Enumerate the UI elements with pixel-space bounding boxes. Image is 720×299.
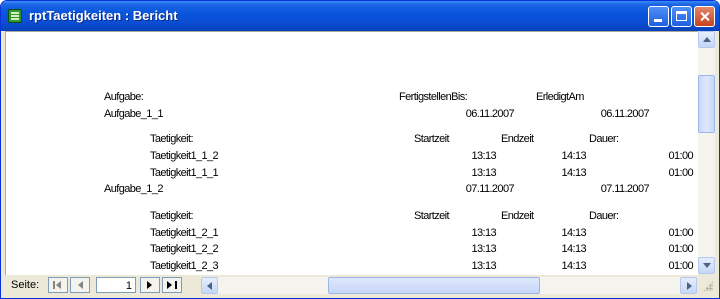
vertical-scrollbar[interactable] (698, 31, 715, 274)
row-endzeit: 14:13 (561, 167, 586, 179)
col-header-taetigkeit: Taetigkeit: (150, 133, 194, 145)
col-header-dauer: Dauer: (589, 210, 619, 222)
minimize-icon (654, 19, 662, 22)
row-endzeit: 14:13 (561, 227, 586, 239)
record-navigation-bar: Seite: (5, 275, 715, 295)
arrow-down-icon (703, 263, 711, 268)
row-endzeit: 14:13 (561, 150, 586, 162)
page-label: Seite: (11, 279, 40, 291)
row-dauer: 01:00 (668, 260, 693, 272)
previous-page-button[interactable] (70, 277, 90, 293)
scroll-right-button[interactable] (680, 277, 697, 294)
row-dauer: 01:00 (668, 167, 693, 179)
row-taetigkeit: Taetigkeit1_1_2 (150, 150, 219, 162)
row-endzeit: 14:13 (561, 243, 586, 255)
row-endzeit: 14:13 (561, 260, 586, 272)
col-header-dauer: Dauer: (589, 133, 619, 145)
horizontal-scrollbar[interactable] (201, 277, 697, 294)
row-dauer: 01:00 (668, 243, 693, 255)
vertical-scroll-thumb[interactable] (698, 75, 715, 133)
row-dauer: 01:00 (668, 227, 693, 239)
minimize-button[interactable] (648, 6, 669, 27)
arrow-left-icon (207, 282, 212, 290)
row-startzeit: 13:13 (471, 227, 496, 239)
group-fertigstellen: 06.11.2007 (465, 108, 515, 120)
next-page-button[interactable] (140, 277, 160, 293)
row-taetigkeit: Taetigkeit1_2_1 (150, 227, 219, 239)
page-number-input[interactable] (96, 277, 136, 293)
maximize-icon (676, 11, 687, 21)
row-startzeit: 13:13 (471, 243, 496, 255)
report-page: Aufgabe: FertigstellenBis: ErledigtAm Au… (5, 31, 698, 275)
last-page-icon (175, 281, 177, 289)
group-erledigt: 07.11.2007 (600, 183, 650, 195)
resize-grip-icon[interactable] (703, 281, 713, 291)
header-fertigstellen-label: FertigstellenBis: (399, 91, 468, 103)
horizontal-scroll-thumb[interactable] (328, 277, 540, 294)
col-header-startzeit: Startzeit (414, 133, 450, 145)
header-aufgabe-label: Aufgabe: (104, 91, 144, 103)
header-erledigt-label: ErledigtAm (536, 91, 584, 103)
report-window: rptTaetigkeiten : Bericht Aufgabe: Ferti… (0, 0, 720, 299)
col-header-startzeit: Startzeit (414, 210, 450, 222)
group-fertigstellen: 07.11.2007 (465, 183, 515, 195)
close-icon (695, 7, 714, 26)
window-title: rptTaetigkeiten : Bericht (29, 8, 178, 23)
group-aufgabe: Aufgabe_1_2 (104, 183, 163, 195)
first-page-button[interactable] (48, 277, 68, 293)
arrow-right-icon (687, 282, 692, 290)
row-dauer: 01:00 (668, 150, 693, 162)
row-taetigkeit: Taetigkeit1_2_2 (150, 243, 219, 255)
group-erledigt: 06.11.2007 (600, 108, 650, 120)
row-startzeit: 13:13 (471, 167, 496, 179)
report-icon[interactable] (8, 9, 22, 23)
arrow-left-icon (56, 281, 61, 289)
next-page-icon (147, 281, 152, 289)
title-bar[interactable]: rptTaetigkeiten : Bericht (1, 1, 719, 31)
col-header-endzeit: Endzeit (501, 210, 534, 222)
close-button[interactable] (694, 6, 715, 27)
arrow-right-icon (167, 281, 172, 289)
previous-page-icon (78, 281, 83, 289)
last-page-button[interactable] (162, 277, 182, 293)
row-startzeit: 13:13 (471, 150, 496, 162)
row-startzeit: 13:13 (471, 260, 496, 272)
col-header-endzeit: Endzeit (501, 133, 534, 145)
arrow-up-icon (703, 37, 711, 42)
col-header-taetigkeit: Taetigkeit: (150, 210, 194, 222)
maximize-button[interactable] (671, 6, 692, 27)
scroll-left-button[interactable] (201, 277, 218, 294)
group-aufgabe: Aufgabe_1_1 (104, 108, 163, 120)
row-taetigkeit: Taetigkeit1_2_3 (150, 260, 219, 272)
scroll-down-button[interactable] (698, 257, 715, 274)
scroll-up-button[interactable] (698, 31, 715, 48)
first-page-icon (53, 281, 55, 289)
row-taetigkeit: Taetigkeit1_1_1 (150, 167, 219, 179)
